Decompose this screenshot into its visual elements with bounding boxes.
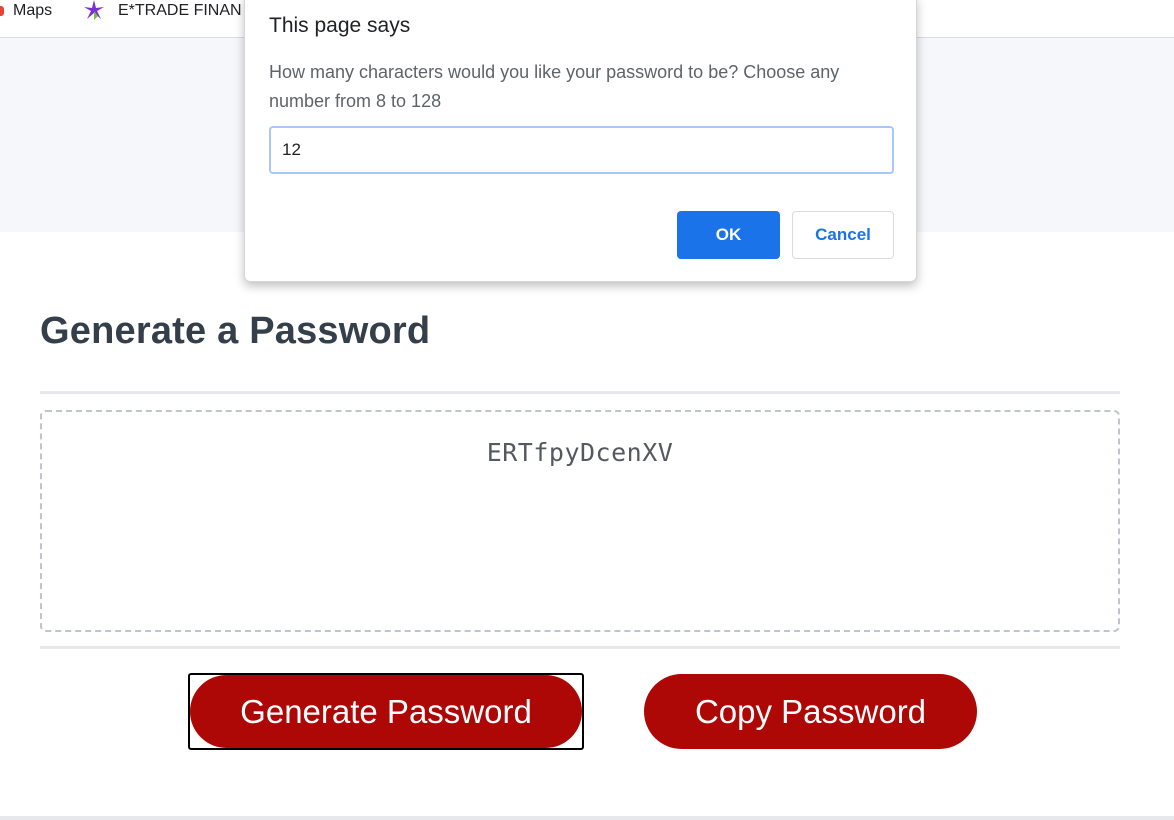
footer-line (0, 816, 1174, 820)
dialog-title: This page says (269, 14, 411, 37)
prompt-dialog: This page says How many characters would… (244, 0, 917, 282)
generate-password-button[interactable]: Generate Password (190, 675, 582, 748)
password-display[interactable]: ERTfpyDcenXV (40, 410, 1120, 632)
page: Maps E*TRADE FINAN Generate a Password E… (0, 0, 1174, 820)
maps-icon (0, 6, 4, 16)
etrade-icon (84, 0, 104, 20)
bookmark-maps[interactable]: Maps (0, 0, 52, 22)
cancel-button[interactable]: Cancel (792, 211, 894, 259)
password-text: ERTfpyDcenXV (486, 438, 674, 467)
page-title: Generate a Password (40, 310, 431, 352)
bookmark-label: E*TRADE FINAN (118, 2, 242, 19)
bookmark-label: Maps (13, 2, 53, 19)
bookmark-etrade[interactable]: E*TRADE FINAN (82, 0, 242, 22)
divider (40, 391, 1120, 394)
divider (40, 646, 1120, 649)
password-length-input[interactable] (269, 126, 894, 174)
copy-password-button[interactable]: Copy Password (644, 674, 977, 749)
dialog-message: How many characters would you like your … (269, 62, 840, 111)
ok-button[interactable]: OK (677, 211, 780, 259)
